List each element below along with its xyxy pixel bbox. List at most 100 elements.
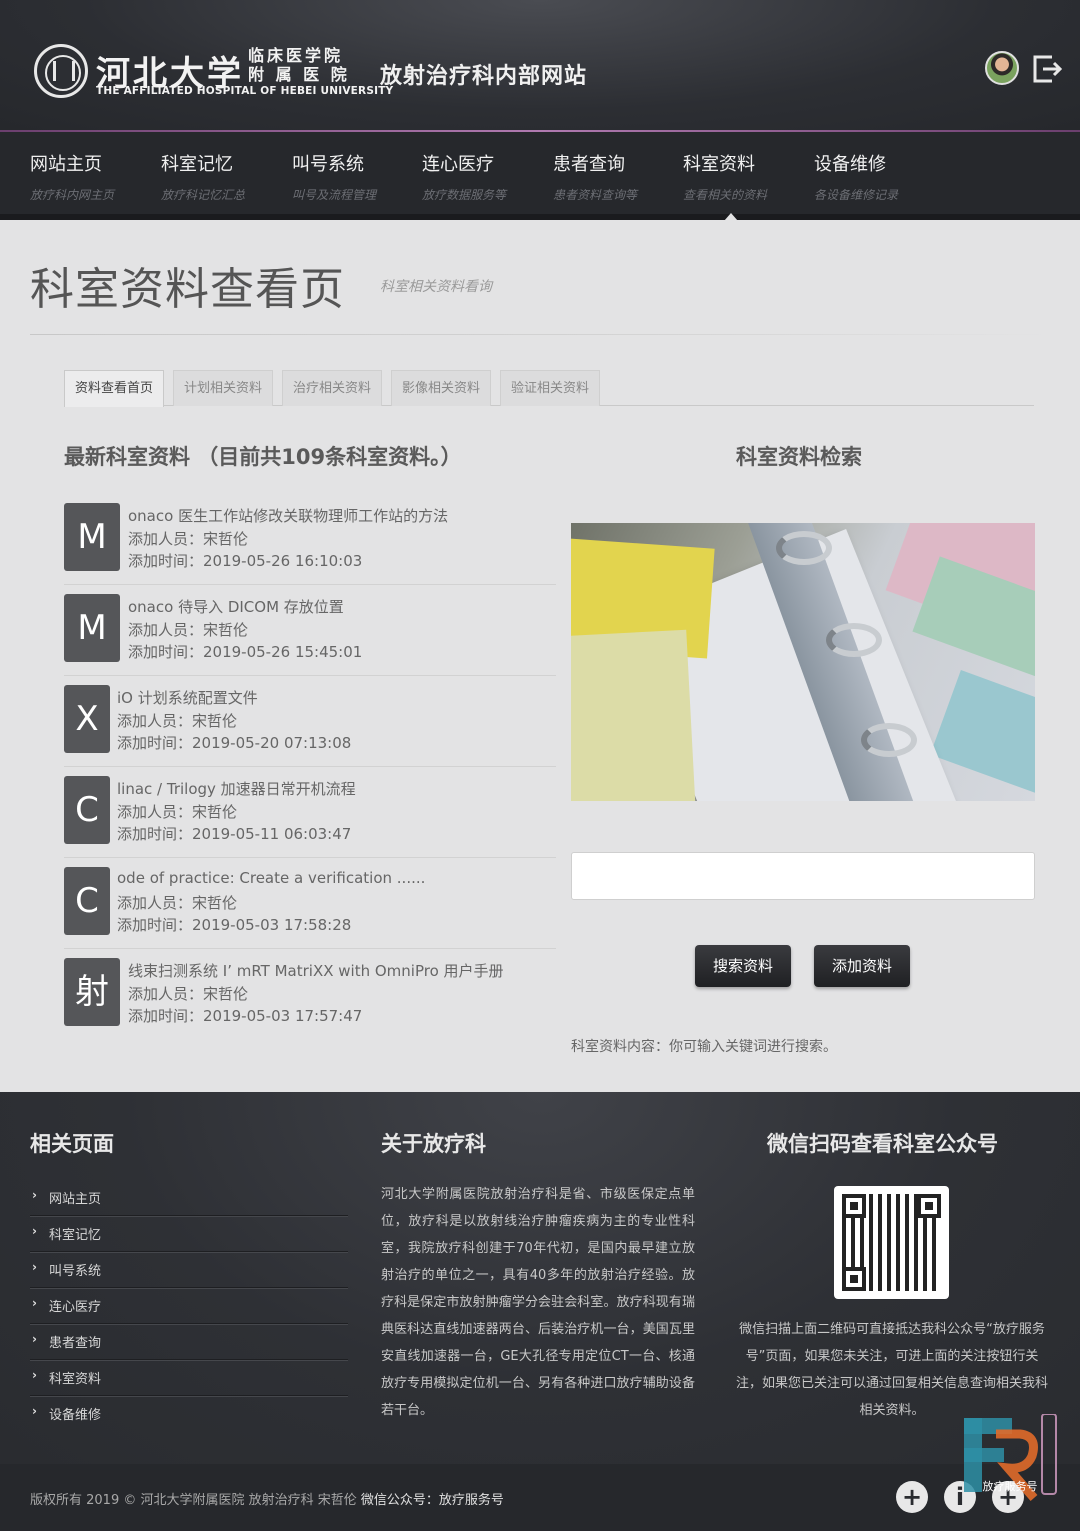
logout-icon[interactable]: [1032, 53, 1062, 85]
footer-link-label: 科室资料: [49, 1372, 102, 1387]
list-item[interactable]: 射 线束扫测系统 I’ mRT MatriXX with OmniPro 用户手…: [64, 952, 556, 1040]
footer-link-maintenance[interactable]: › 设备维修: [30, 1396, 348, 1432]
search-title: 科室资料检索: [736, 445, 862, 469]
item-divider: [64, 948, 556, 949]
nav-item-queue[interactable]: 叫号系统 叫号及流程管理: [292, 150, 376, 203]
footer-link-home[interactable]: › 网站主页: [30, 1180, 348, 1216]
document-title[interactable]: iO 计划系统配置文件: [117, 687, 258, 708]
list-item[interactable]: C linac / Trilogy 加速器日常开机流程 添加人员：宋哲伦 添加时…: [64, 770, 556, 858]
logo-subtitle: 临床医学院附 属 医 院: [248, 46, 350, 84]
nav-active-pointer: [724, 213, 738, 221]
tab-home[interactable]: 资料查看首页: [64, 370, 165, 407]
nav-label: 设备维修: [814, 154, 886, 175]
tab-planning[interactable]: 计划相关资料: [173, 370, 274, 406]
wechat-qr-code: [834, 1186, 949, 1299]
document-time: 添加时间：2019-05-26 15:45:01: [128, 643, 363, 661]
item-divider: [64, 857, 556, 858]
chevron-right-icon: ›: [32, 1224, 37, 1238]
plus-icon[interactable]: +: [896, 1481, 928, 1513]
footer-wechat-title: 微信扫码查看科室公众号: [767, 1132, 998, 1156]
nav-sublabel: 放疗科内网主页: [30, 188, 115, 202]
item-divider: [64, 766, 556, 767]
document-time: 添加时间：2019-05-26 16:10:03: [128, 552, 363, 570]
item-divider: [64, 675, 556, 676]
search-hint: 科室资料内容：你可输入关键词进行搜索。: [571, 1039, 837, 1055]
nav-item-home[interactable]: 网站主页 放疗科内网主页: [30, 150, 114, 203]
chevron-right-icon: ›: [32, 1368, 37, 1382]
footer-link-label: 连心医疗: [49, 1300, 102, 1315]
title-divider: [30, 334, 1050, 335]
tab-treatment[interactable]: 治疗相关资料: [282, 370, 383, 406]
document-adder: 添加人员：宋哲伦: [117, 712, 238, 730]
document-title[interactable]: linac / Trilogy 加速器日常开机流程: [117, 778, 356, 799]
chevron-right-icon: ›: [32, 1260, 37, 1274]
wechat-text: 微信扫描上面二维码可直接抵达我科公众号“放疗服务号”页面，如果您未关注，可进上面…: [735, 1322, 1048, 1418]
document-title[interactable]: ode of practice: Create a verification .…: [117, 869, 425, 887]
tab-verification[interactable]: 验证相关资料: [500, 370, 601, 406]
about-text: 河北大学附属医院放射治疗科是省、市级医保定点单位，放疗科是以放射线治疗肿瘤疾病为…: [381, 1187, 695, 1418]
footer-link-label: 科室记忆: [49, 1228, 102, 1243]
footer-link-label: 网站主页: [49, 1192, 102, 1207]
add-document-button[interactable]: 添加资料: [814, 945, 910, 987]
nav-sublabel: 放疗科记忆汇总: [161, 188, 246, 202]
logo-english: THE AFFILIATED HOSPITAL OF HEBEI UNIVERS…: [96, 85, 394, 97]
wechat-account-link[interactable]: 微信公众号：放疗服务号: [361, 1493, 504, 1508]
document-time: 添加时间：2019-05-11 06:03:47: [117, 825, 352, 843]
footer-links-title: 相关页面: [30, 1132, 114, 1156]
footer-link-label: 患者查询: [49, 1336, 102, 1351]
page-subtitle: 科室相关资料看询: [380, 279, 492, 295]
hospital-seal-logo[interactable]: [34, 44, 88, 98]
nav-sublabel: 叫号及流程管理: [292, 188, 377, 202]
document-title[interactable]: onaco 医生工作站修改关联物理师工作站的方法: [128, 505, 448, 526]
document-time: 添加时间：2019-05-03 17:58:28: [117, 916, 352, 934]
document-adder: 添加人员：宋哲伦: [128, 530, 249, 548]
document-adder: 添加人员：宋哲伦: [117, 894, 238, 912]
nav-sublabel: 查看相关的资料: [683, 188, 768, 202]
list-item[interactable]: M onaco 待导入 DICOM 存放位置 添加人员：宋哲伦 添加时间：201…: [64, 588, 556, 676]
document-title[interactable]: onaco 待导入 DICOM 存放位置: [128, 596, 344, 617]
search-button[interactable]: 搜索资料: [695, 945, 791, 987]
nav-label: 叫号系统: [292, 154, 364, 175]
document-badge: M: [64, 594, 120, 662]
footer-link-memory[interactable]: › 科室记忆: [30, 1216, 348, 1252]
document-title[interactable]: 线束扫测系统 I’ mRT MatriXX with OmniPro 用户手册: [128, 960, 504, 981]
footer-link-patients[interactable]: › 患者查询: [30, 1324, 348, 1360]
document-time: 添加时间：2019-05-03 17:57:47: [128, 1007, 363, 1025]
user-avatar[interactable]: [985, 51, 1019, 85]
nav-bottom-bar: [0, 214, 1080, 220]
document-badge: X: [64, 685, 110, 753]
page-title: 科室资料查看页: [30, 264, 345, 315]
search-input[interactable]: [571, 852, 1035, 900]
item-divider: [64, 584, 556, 585]
binder-photo: [571, 523, 1035, 801]
tab-imaging[interactable]: 影像相关资料: [391, 370, 492, 406]
document-adder: 添加人员：宋哲伦: [117, 803, 238, 821]
copyright-text: 版权所有 2019 © 河北大学附属医院 放射治疗科 宋哲伦: [30, 1493, 357, 1508]
chevron-right-icon: ›: [32, 1332, 37, 1346]
nav-label: 患者查询: [553, 154, 625, 175]
list-item[interactable]: C ode of practice: Create a verification…: [64, 861, 556, 949]
chevron-right-icon: ›: [32, 1296, 37, 1310]
nav-label: 科室记忆: [161, 154, 233, 175]
nav-item-documents[interactable]: 科室资料 查看相关的资料: [683, 150, 767, 203]
list-item[interactable]: X iO 计划系统配置文件 添加人员：宋哲伦 添加时间：2019-05-20 0…: [64, 679, 556, 767]
nav-item-medical[interactable]: 连心医疗 放疗数据服务等: [422, 150, 506, 203]
site-title: 放射治疗科内部网站: [380, 64, 588, 89]
document-badge: 射: [64, 958, 120, 1026]
footer-link-medical[interactable]: › 连心医疗: [30, 1288, 348, 1324]
footer-link-queue[interactable]: › 叫号系统: [30, 1252, 348, 1288]
copyright: 版权所有 2019 © 河北大学附属医院 放射治疗科 宋哲伦 微信公众号：放疗服…: [30, 1489, 504, 1508]
latest-documents-title: 最新科室资料 （目前共109条科室资料。）: [64, 445, 462, 469]
footer-about-title: 关于放疗科: [381, 1132, 486, 1156]
footer-link-label: 设备维修: [49, 1408, 102, 1423]
nav-item-maintenance[interactable]: 设备维修 各设备维修记录: [814, 150, 898, 203]
nav-item-memory[interactable]: 科室记忆 放疗科记忆汇总: [161, 150, 245, 203]
list-item[interactable]: M onaco 医生工作站修改关联物理师工作站的方法 添加人员：宋哲伦 添加时间…: [64, 497, 556, 585]
document-badge: C: [64, 867, 110, 935]
nav-item-patients[interactable]: 患者查询 患者资料查询等: [553, 150, 637, 203]
nav-label: 网站主页: [30, 154, 102, 175]
footer-link-documents[interactable]: › 科室资料: [30, 1360, 348, 1396]
document-adder: 添加人员：宋哲伦: [128, 985, 249, 1003]
document-badge: C: [64, 776, 110, 844]
nav-label: 科室资料: [683, 154, 755, 175]
